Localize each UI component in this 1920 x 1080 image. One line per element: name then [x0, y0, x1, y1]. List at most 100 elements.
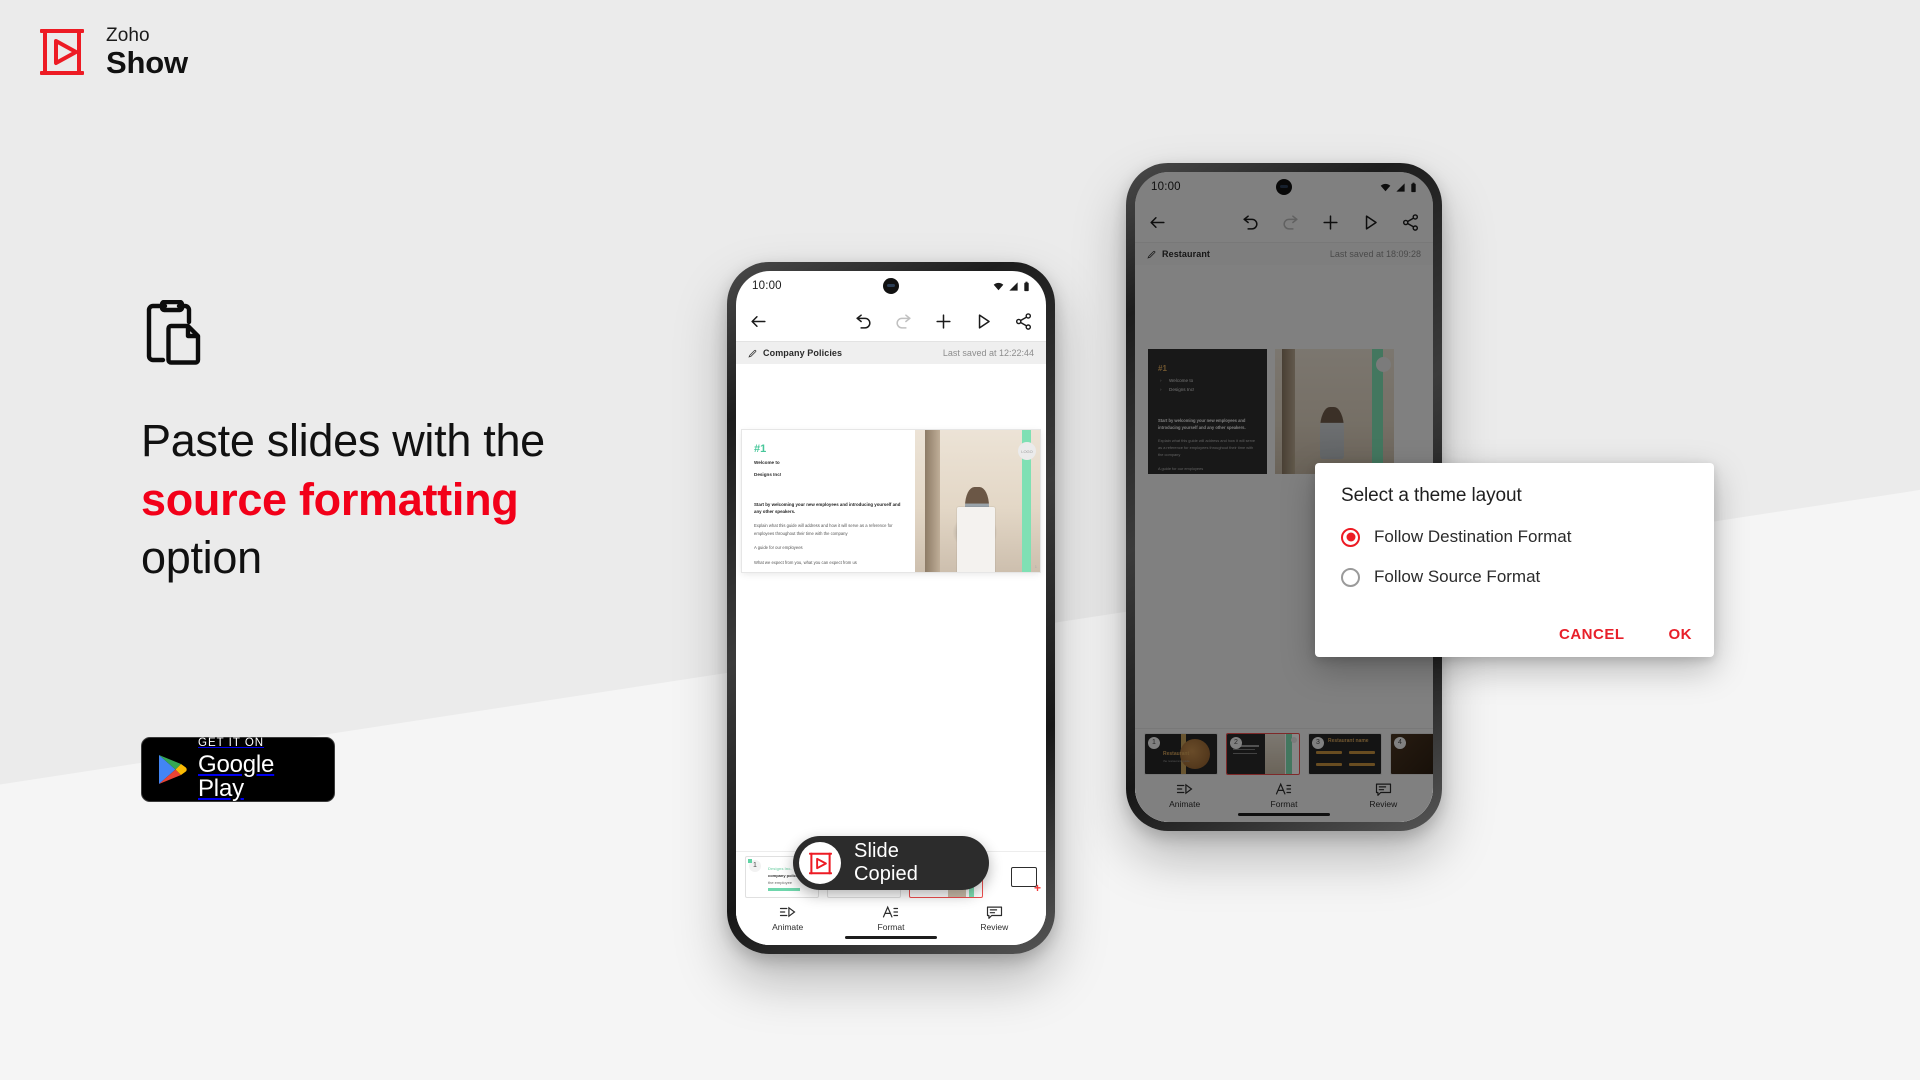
phone1-screen: 10:00 Company Policies Last saved at 12:…: [736, 271, 1046, 945]
dialog-ok-button[interactable]: OK: [1669, 626, 1693, 643]
brand-zoho-text: Zoho: [106, 25, 150, 46]
phone1-back-button[interactable]: [749, 312, 768, 331]
phone2-thumbnail-1[interactable]: 1 Restaurant the restaurant guide: [1144, 732, 1218, 775]
play-icon: [978, 313, 990, 329]
phone2-thumbnail-3-number: 3: [1312, 736, 1324, 749]
phone2-slide-number: #1: [1158, 364, 1167, 373]
phone2-slide-bullet-2: Designs Inc!: [1158, 387, 1257, 393]
google-play-big-text: Google Play: [198, 750, 275, 802]
phone2-back-button[interactable]: [1148, 213, 1167, 232]
slide-page-number: 1: [1034, 564, 1037, 569]
paste-clipboard-icon: [141, 299, 203, 366]
back-arrow-icon: [1150, 216, 1165, 228]
phone2-thumbnail-4-number: 4: [1394, 736, 1406, 749]
phone2-toolbar: [1135, 202, 1433, 242]
phone1-nav-review-label: Review: [980, 922, 1009, 932]
dialog-option-source-label: Follow Source Format: [1374, 567, 1541, 586]
phone2-nav-review[interactable]: Review: [1334, 782, 1433, 809]
phone2-slide-body-1: Explain what this guide will address and…: [1158, 438, 1256, 457]
phone2-nav-animate-label: Animate: [1169, 799, 1201, 809]
slide-logo-placeholder: LOGO: [1018, 442, 1036, 460]
phone1-status-bar: 10:00: [736, 271, 1046, 301]
battery-icon: [1024, 281, 1029, 291]
phone2-nav-format[interactable]: Format: [1234, 782, 1333, 809]
phone2-next-slide-preview[interactable]: [1275, 349, 1394, 474]
undo-icon: [856, 313, 871, 329]
share-icon: [1015, 312, 1032, 330]
thumb-accent-dot: [748, 858, 752, 863]
headline-line-1: Paste slides with the: [141, 415, 545, 466]
phone2-add-button[interactable]: [1321, 213, 1340, 232]
dialog-cancel-button[interactable]: CANCEL: [1559, 626, 1625, 643]
phone2-present-button[interactable]: [1361, 213, 1380, 232]
phone1-current-slide[interactable]: #1 Welcome to Designs Inc! Start by welc…: [742, 430, 1040, 572]
phone2-thumbnail-2-number: 2: [1230, 736, 1242, 749]
phone2-status-time: 10:00: [1151, 181, 1181, 193]
battery-icon: [1411, 182, 1416, 192]
phone2-slide-bullet-1: Welcome to: [1158, 378, 1257, 384]
phone2-current-slide[interactable]: #1 Welcome to Designs Inc! Start by welc…: [1148, 349, 1267, 474]
promo-headline: Paste slides with the source formatting …: [141, 412, 761, 588]
radio-destination-format[interactable]: [1341, 527, 1360, 547]
slide-sub-line-1: Welcome to: [754, 460, 780, 465]
pencil-icon: [1147, 250, 1156, 259]
phone1-undo-button[interactable]: [854, 312, 873, 331]
format-text-icon: [883, 905, 899, 918]
phone2-nav-animate[interactable]: Animate: [1135, 782, 1234, 809]
phone1-doc-name[interactable]: Company Policies: [763, 348, 842, 358]
phone1-add-button[interactable]: [934, 312, 953, 331]
phone2-redo-button[interactable]: [1281, 213, 1300, 232]
phone1-nav-animate[interactable]: Animate: [736, 905, 839, 932]
phone1-share-button[interactable]: [1014, 312, 1033, 331]
promo-copy: Paste slides with the source formatting …: [141, 299, 761, 588]
phone2-share-button[interactable]: [1401, 213, 1420, 232]
phone2-thumbnail-1-number: 1: [1148, 736, 1160, 749]
google-play-triangle-icon: [157, 753, 187, 786]
phone2-home-indicator[interactable]: [1238, 812, 1330, 816]
review-comment-icon: [986, 906, 1002, 919]
phone2-thumbnail-4[interactable]: 4: [1390, 732, 1433, 775]
slide-copied-toast: Slide Copied: [793, 836, 989, 890]
signal-icon: [1396, 182, 1405, 192]
phone1-present-button[interactable]: [974, 312, 993, 331]
pencil-icon: [748, 349, 757, 358]
phone1-add-slide-button[interactable]: [1011, 866, 1041, 894]
phone1-home-indicator[interactable]: [845, 935, 937, 939]
phone1-status-time: 10:00: [752, 280, 782, 292]
wifi-icon: [1380, 183, 1391, 191]
phone2-doc-name[interactable]: Restaurant: [1162, 249, 1210, 259]
phone2-undo-button[interactable]: [1241, 213, 1260, 232]
share-icon: [1402, 213, 1419, 231]
phone1-nav-format[interactable]: Format: [839, 905, 942, 932]
slide-body-line-1: Explain what this guide will address and…: [754, 523, 893, 536]
dialog-option-source[interactable]: Follow Source Format: [1341, 567, 1688, 587]
phone1-nav-review[interactable]: Review: [943, 905, 1046, 932]
phone2-thumbnail-1-title: Restaurant: [1163, 750, 1190, 757]
phone1-toolbar-actions: [854, 312, 1033, 331]
google-play-badge[interactable]: GET IT ON Google Play: [141, 737, 335, 802]
slide-bold-text: Start by welcoming your new employees an…: [754, 501, 901, 514]
redo-icon: [896, 313, 911, 329]
phone2-thumbnail-strip[interactable]: 1 Restaurant the restaurant guide 2 3 Re…: [1135, 728, 1433, 778]
phone2-thumbnail-2-selected[interactable]: 2: [1226, 732, 1300, 775]
phone2-thumbnail-1-sub: the restaurant guide: [1163, 758, 1190, 763]
plus-icon: [1323, 214, 1338, 230]
dialog-option-destination[interactable]: Follow Destination Format: [1341, 527, 1688, 547]
radio-source-format[interactable]: [1341, 567, 1360, 587]
slide-body-line-3: What we expect from you, what you can ex…: [754, 559, 857, 565]
undo-icon: [1243, 214, 1258, 230]
brand-wordmark: Zoho Show: [106, 26, 188, 78]
front-camera-icon: [1276, 179, 1292, 195]
phone2-nav-review-label: Review: [1369, 799, 1398, 809]
play-icon: [1365, 214, 1377, 230]
animate-icon: [1177, 783, 1193, 795]
phone1-redo-button[interactable]: [894, 312, 913, 331]
phone2-nav-format-label: Format: [1270, 799, 1298, 809]
phone2-slide-logo-placeholder: [1376, 357, 1391, 372]
headline-line-2-highlight: source formatting: [141, 473, 519, 525]
google-play-small-text: GET IT ON: [198, 737, 265, 750]
signal-icon: [1009, 281, 1018, 291]
back-arrow-icon: [751, 315, 766, 327]
phone2-thumbnail-3[interactable]: 3 Restaurant name: [1308, 732, 1382, 775]
phone2-status-bar: 10:00: [1135, 172, 1433, 202]
